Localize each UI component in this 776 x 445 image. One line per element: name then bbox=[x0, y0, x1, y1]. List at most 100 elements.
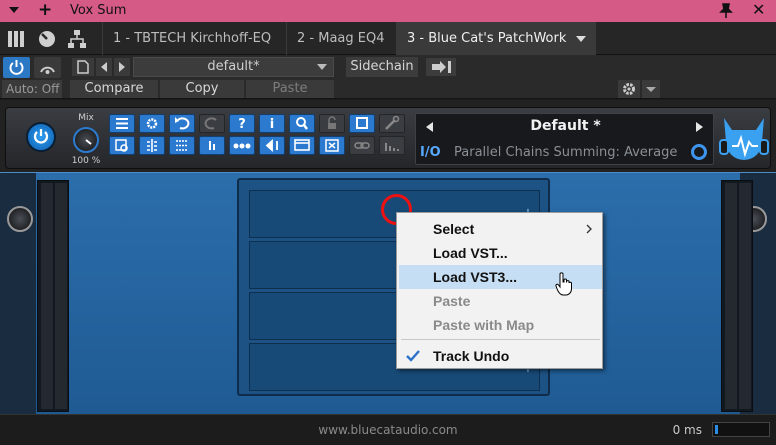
mixer-icon[interactable] bbox=[5, 28, 27, 50]
blue-cat-logo bbox=[719, 118, 769, 160]
info-button[interactable]: i bbox=[259, 114, 285, 133]
arc-icon bbox=[40, 66, 55, 74]
svg-text:?: ? bbox=[238, 117, 246, 132]
help-button[interactable]: ? bbox=[229, 114, 255, 133]
browse-button[interactable] bbox=[109, 136, 135, 155]
mix-knob[interactable] bbox=[73, 127, 99, 153]
submenu-arrow-icon bbox=[586, 224, 592, 234]
automation-button[interactable]: Auto: Off bbox=[2, 80, 62, 98]
input-level-meter bbox=[37, 180, 69, 412]
param-button[interactable] bbox=[199, 136, 225, 155]
sidechain-input-button[interactable] bbox=[426, 58, 456, 76]
display-button[interactable] bbox=[289, 136, 315, 155]
parameter-icon bbox=[209, 141, 215, 150]
paste-button[interactable]: Paste bbox=[246, 80, 334, 98]
chevron-down-icon bbox=[646, 87, 656, 92]
window-title: Vox Sum bbox=[70, 3, 127, 18]
preset-name: Default * bbox=[530, 118, 601, 134]
square-icon bbox=[356, 117, 368, 129]
mix-value: 100 % bbox=[71, 156, 101, 166]
meter-button[interactable] bbox=[379, 136, 405, 155]
output-level-meter bbox=[721, 180, 753, 412]
next-preset-button[interactable] bbox=[114, 58, 130, 76]
list-button[interactable] bbox=[169, 136, 195, 155]
status-bar: www.bluecataudio.com 0 ms bbox=[0, 414, 776, 445]
undo-button[interactable] bbox=[169, 114, 195, 133]
monitor-icon bbox=[294, 139, 310, 151]
settings-tool-button[interactable] bbox=[139, 114, 165, 133]
input-gain-knob[interactable] bbox=[7, 206, 33, 232]
preset-display[interactable]: Default * I/O Parallel Chains Summing: A… bbox=[415, 113, 714, 165]
lock-button[interactable] bbox=[319, 114, 345, 133]
ring-icon[interactable] bbox=[691, 144, 707, 160]
document-icon bbox=[77, 60, 89, 74]
power-icon bbox=[9, 60, 24, 75]
menu-button[interactable] bbox=[109, 114, 135, 133]
close-icon[interactable]: ✕ bbox=[752, 0, 765, 19]
cpu-meter bbox=[712, 422, 770, 437]
preset-browser-button[interactable] bbox=[72, 58, 94, 76]
add-icon[interactable]: + bbox=[38, 1, 52, 19]
tab-tbtech-kirchhoff[interactable]: 1 - TBTECH Kirchhoff-EQ bbox=[102, 22, 281, 55]
menu-icon bbox=[116, 118, 128, 129]
plugin-toolbar-top: default* Sidechain bbox=[0, 55, 776, 79]
copy-button[interactable]: Copy bbox=[160, 80, 244, 98]
redo-icon bbox=[204, 117, 217, 130]
gauge-icon[interactable] bbox=[36, 28, 58, 50]
info-icon: i bbox=[270, 117, 274, 132]
tab-maag-eq4[interactable]: 2 - Maag EQ4 bbox=[286, 22, 394, 55]
dots-icon bbox=[233, 143, 251, 149]
hand-cursor-icon bbox=[555, 272, 572, 296]
menu-item-paste-with-map[interactable]: Paste with Map bbox=[399, 313, 602, 337]
plugin-toolbar-bottom: Auto: Off Compare Copy Paste bbox=[0, 79, 776, 99]
chevron-down-icon[interactable] bbox=[8, 4, 20, 16]
preset-select[interactable]: default* bbox=[133, 57, 334, 77]
plugin-power-button[interactable] bbox=[26, 122, 56, 152]
browse-icon bbox=[115, 139, 128, 152]
arrow-right-icon bbox=[119, 62, 125, 72]
redo-button[interactable] bbox=[199, 114, 225, 133]
list-icon bbox=[176, 140, 188, 151]
io-label[interactable]: I/O bbox=[420, 145, 441, 160]
edit-button[interactable] bbox=[379, 114, 405, 133]
link-button[interactable] bbox=[349, 136, 375, 155]
chain-button[interactable] bbox=[229, 136, 255, 155]
menu-separator bbox=[401, 339, 600, 340]
compare-button[interactable]: Compare bbox=[70, 80, 158, 98]
wrench-icon bbox=[385, 115, 400, 130]
previous-preset-button[interactable] bbox=[96, 58, 112, 76]
pin-icon[interactable] bbox=[719, 3, 733, 19]
settings-dropdown-button[interactable] bbox=[642, 80, 660, 98]
checkmark-icon bbox=[406, 350, 420, 362]
routing-icon[interactable] bbox=[66, 28, 88, 50]
menu-item-select[interactable]: Select bbox=[399, 217, 602, 241]
mix-label: Mix bbox=[78, 113, 94, 123]
monitor-button[interactable] bbox=[34, 57, 61, 78]
window-button[interactable] bbox=[349, 114, 375, 133]
route-button[interactable] bbox=[259, 136, 285, 155]
route-icon bbox=[265, 138, 278, 153]
plugin-editor: Mix 100 % ? i Default * I/O Parallel Cha… bbox=[0, 100, 776, 445]
svg-text:i: i bbox=[270, 117, 274, 132]
power-button[interactable] bbox=[3, 57, 30, 78]
arrow-left-icon bbox=[101, 62, 107, 72]
settings-button[interactable] bbox=[618, 80, 640, 98]
chevron-down-icon[interactable] bbox=[576, 35, 587, 42]
next-preset-icon[interactable] bbox=[696, 122, 703, 132]
link-icon bbox=[354, 142, 370, 149]
chevron-down-icon bbox=[317, 64, 327, 70]
power-icon bbox=[33, 129, 49, 144]
close-window-button[interactable] bbox=[319, 136, 345, 155]
split-button[interactable] bbox=[139, 136, 165, 155]
menu-item-track-undo[interactable]: Track Undo bbox=[399, 344, 602, 368]
tab-patchwork[interactable]: 3 - Blue Cat's PatchWork bbox=[396, 22, 597, 55]
menu-item-load-vst[interactable]: Load VST... bbox=[399, 241, 602, 265]
knob-pointer-icon bbox=[85, 139, 92, 145]
routing-mode[interactable]: Parallel Chains Summing: Average bbox=[454, 145, 677, 160]
bars-icon bbox=[385, 143, 399, 151]
latency-value: 0 ms bbox=[672, 423, 702, 437]
sidechain-button[interactable]: Sidechain bbox=[346, 57, 418, 77]
title-bar: + Vox Sum ✕ bbox=[0, 0, 776, 22]
plugin-tabs-bar: 1 - TBTECH Kirchhoff-EQ 2 - Maag EQ4 3 -… bbox=[0, 22, 776, 55]
zoom-button[interactable] bbox=[289, 114, 315, 133]
